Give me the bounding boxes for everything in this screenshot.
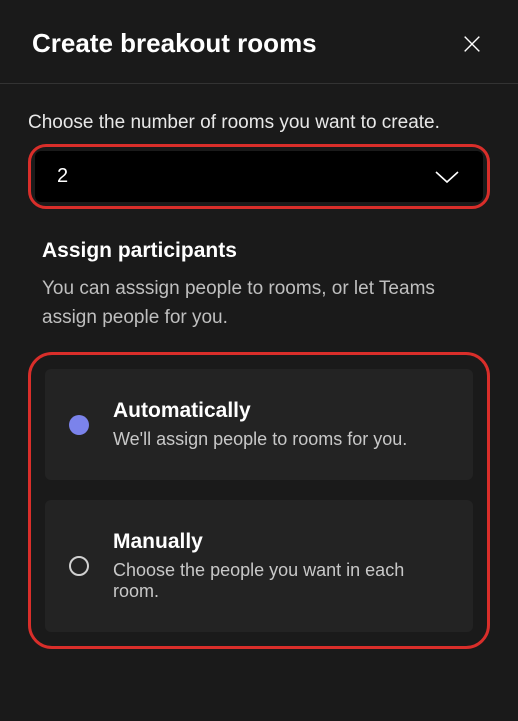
dialog-title: Create breakout rooms <box>32 28 317 59</box>
radio-selected-icon <box>69 415 89 435</box>
radio-unselected-icon <box>69 556 89 576</box>
room-count-highlight: 2 <box>28 144 490 209</box>
close-icon <box>461 33 483 55</box>
close-button[interactable] <box>458 30 486 58</box>
option-automatically[interactable]: Automatically We'll assign people to roo… <box>45 369 473 480</box>
room-count-value: 2 <box>57 165 68 188</box>
dialog-content: Choose the number of rooms you want to c… <box>0 84 518 649</box>
room-count-prompt: Choose the number of rooms you want to c… <box>28 112 490 134</box>
room-count-dropdown[interactable]: 2 <box>35 151 483 202</box>
option-manual-desc: Choose the people you want in each room. <box>113 560 453 602</box>
dialog-header: Create breakout rooms <box>0 0 518 84</box>
chevron-down-icon <box>433 168 461 186</box>
option-auto-desc: We'll assign people to rooms for you. <box>113 429 407 450</box>
option-manual-title: Manually <box>113 530 453 554</box>
option-auto-title: Automatically <box>113 399 407 423</box>
option-text: Automatically We'll assign people to roo… <box>113 399 407 450</box>
assign-section-desc: You can asssign people to rooms, or let … <box>42 275 490 332</box>
option-text: Manually Choose the people you want in e… <box>113 530 453 602</box>
option-manually[interactable]: Manually Choose the people you want in e… <box>45 500 473 632</box>
assign-options-highlight: Automatically We'll assign people to roo… <box>28 352 490 649</box>
assign-section-title: Assign participants <box>42 239 490 263</box>
